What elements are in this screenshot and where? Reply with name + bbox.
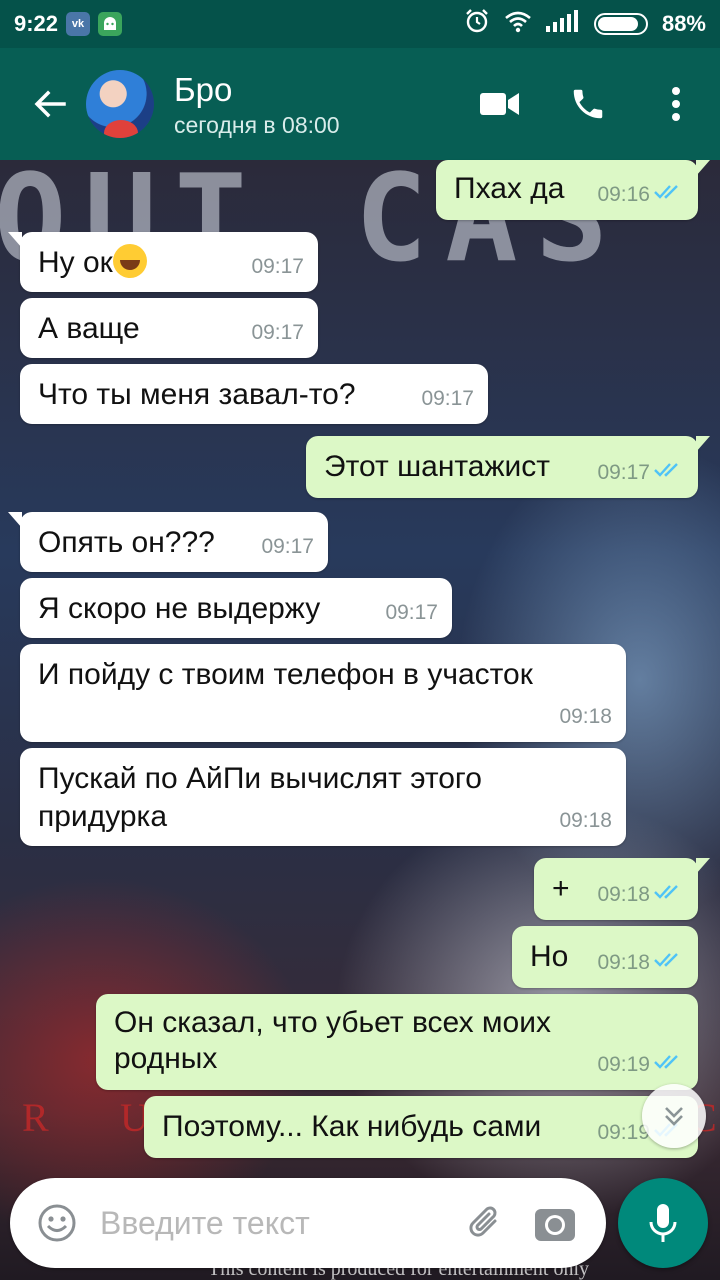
message-text: Поэтому... Как нибудь сами — [162, 1110, 542, 1143]
message-bubble-incoming[interactable]: Ну ок 09:17 — [8, 232, 318, 292]
message-composer — [10, 1178, 606, 1268]
message-text: А ваще — [38, 312, 140, 345]
status-time: 9:22 — [14, 11, 59, 36]
message-bubble-incoming[interactable]: Опять он??? 09:17 — [8, 512, 328, 572]
message-time: 09:17 — [385, 601, 438, 624]
contact-info[interactable]: Бро сегодня в 08:00 — [174, 70, 340, 139]
battery-fill — [597, 17, 639, 31]
message-text: Я скоро не выдержу — [38, 592, 321, 625]
smiley-icon — [38, 1204, 76, 1242]
message-text-line: Пускай по АйПи вычислят этого — [38, 762, 482, 795]
voice-record-button[interactable] — [618, 1178, 708, 1268]
avatar[interactable] — [86, 70, 154, 138]
battery-percent: 88% — [661, 11, 706, 36]
message-bubble-incoming[interactable]: И пойду с твоим телефон в участок 09:18 — [20, 644, 626, 742]
video-call-button[interactable] — [456, 60, 544, 148]
message-time: 09:19 — [597, 1053, 650, 1076]
contact-name: Бро — [174, 70, 233, 108]
message-bubble-outgoing[interactable]: Пхах да 09:16 — [436, 160, 710, 220]
message-time: 09:18 — [559, 705, 612, 728]
microphone-icon — [649, 1204, 677, 1242]
message-bubble-outgoing[interactable]: Поэтому... Как нибудь сами 09:19 — [144, 1096, 698, 1158]
message-text: И пойду с твоим телефон в участок — [38, 658, 533, 691]
message-text: Опять он??? — [38, 526, 215, 559]
message-bubble-incoming[interactable]: А ваще 09:17 — [20, 298, 318, 358]
voice-call-icon — [573, 89, 603, 119]
message-time: 09:18 — [597, 951, 650, 974]
message-text: Ну ок — [38, 246, 113, 279]
message-bubble-outgoing[interactable]: + 09:18 — [534, 858, 710, 920]
alarm-icon — [464, 8, 490, 40]
message-bubble-outgoing[interactable]: Он сказал, что убьет всех моих родных 09… — [96, 994, 698, 1090]
message-text-line: родных — [114, 1042, 218, 1075]
double-check-icon — [654, 1046, 684, 1084]
message-time: 09:17 — [251, 321, 304, 344]
back-button[interactable] — [20, 64, 80, 144]
message-time: 09:16 — [597, 183, 650, 206]
wifi-icon — [504, 9, 532, 39]
double-check-icon — [654, 944, 684, 982]
message-text: Этот шантажист — [324, 450, 551, 483]
vk-icon: vk — [66, 12, 91, 36]
message-bubble-outgoing[interactable]: Но 09:18 — [512, 926, 698, 988]
camera-button[interactable] — [520, 1178, 590, 1268]
message-text: + — [552, 872, 570, 905]
voice-call-button[interactable] — [544, 60, 632, 148]
wallpaper-letter: R — [22, 1095, 49, 1140]
paperclip-icon — [469, 1206, 497, 1237]
chat-header: Бро сегодня в 08:00 — [0, 48, 720, 160]
more-options-button[interactable] — [632, 60, 720, 148]
double-check-icon — [654, 876, 684, 914]
message-bubble-incoming[interactable]: Пускай по АйПи вычислят этого придурка 0… — [20, 748, 626, 846]
message-text-line: придурка — [38, 800, 168, 833]
attach-button[interactable] — [450, 1178, 520, 1268]
message-time: 09:17 — [421, 387, 474, 410]
emoji-button[interactable] — [22, 1178, 92, 1268]
message-bubble-incoming[interactable]: Что ты меня завал-то? 09:17 — [20, 364, 488, 424]
message-bubble-outgoing[interactable]: Этот шантажист 09:17 — [306, 436, 710, 498]
android-icon — [98, 12, 123, 36]
message-time: 09:18 — [559, 809, 612, 832]
contact-status: сегодня в 08:00 — [174, 111, 340, 138]
double-check-icon — [654, 176, 684, 214]
message-time: 09:17 — [261, 535, 314, 558]
message-text: Что ты меня завал-то? — [38, 378, 356, 411]
camera-icon — [535, 1209, 575, 1241]
message-bubble-incoming[interactable]: Я скоро не выдержу 09:17 — [20, 578, 452, 638]
joy-emoji-icon — [112, 244, 147, 278]
double-chevron-down-icon — [665, 1107, 683, 1126]
scroll-to-bottom-button[interactable] — [642, 1084, 706, 1148]
video-call-icon — [480, 93, 519, 115]
double-check-icon — [654, 454, 684, 492]
message-time: 09:17 — [597, 461, 650, 484]
back-arrow-icon — [34, 90, 66, 118]
message-text-line: Он сказал, что убьет всех моих — [114, 1006, 551, 1039]
message-time: 09:18 — [597, 883, 650, 906]
signal-icon — [545, 10, 580, 38]
message-text: Но — [530, 940, 569, 973]
message-time: 09:17 — [251, 255, 304, 278]
message-input[interactable] — [100, 1204, 440, 1242]
battery-icon — [593, 13, 648, 35]
message-text: Пхах да — [454, 172, 565, 205]
more-options-icon — [672, 87, 680, 121]
status-bar: 9:22 vk 88% — [0, 0, 720, 48]
